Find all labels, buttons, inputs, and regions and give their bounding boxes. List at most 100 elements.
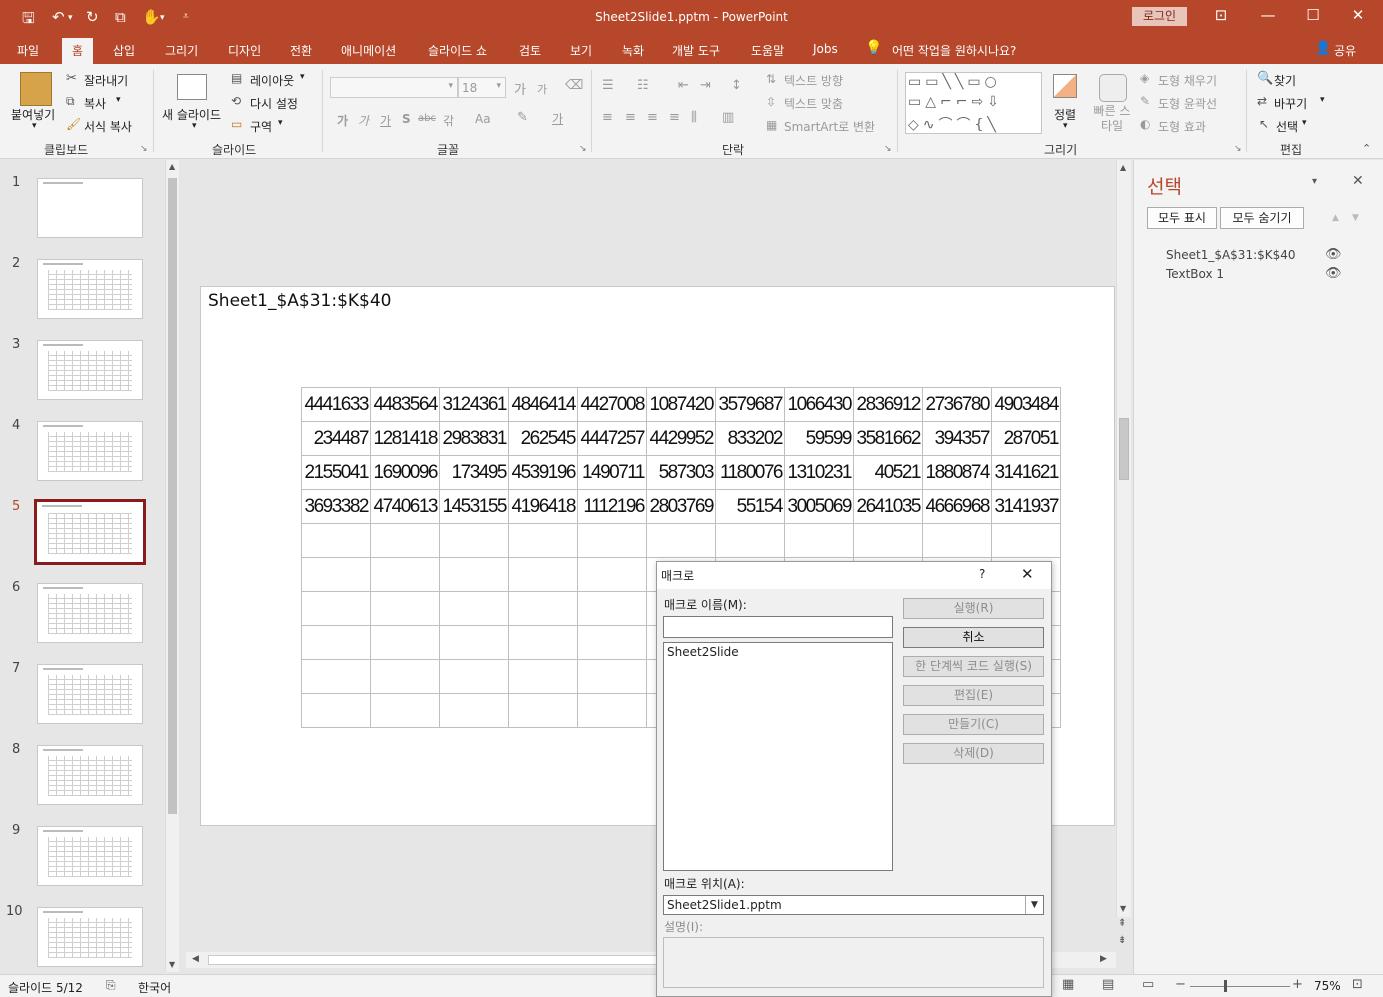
format-painter-button[interactable]: 서식 복사 [84,118,132,135]
tab-jobs[interactable]: Jobs [813,42,838,56]
table-cell[interactable] [508,591,578,626]
next-slide-icon[interactable]: ⇟ [1118,935,1126,946]
shape-outline-button[interactable]: 도형 윤곽선 [1158,95,1217,112]
macro-list-item[interactable]: Sheet2Slide [664,643,892,661]
table-cell[interactable]: 3579687 [715,387,785,422]
select-button[interactable]: 선택 [1276,118,1298,135]
table-cell[interactable] [577,591,647,626]
maximize-icon[interactable]: ☐ [1298,6,1328,24]
slide-thumbnail-4[interactable] [37,421,143,481]
tab-file[interactable]: 파일 [17,42,39,59]
table-cell[interactable]: 1180076 [715,455,785,490]
table-cell[interactable]: 59599 [784,421,854,456]
fit-to-window-icon[interactable]: ⊡ [1352,977,1363,992]
table-cell[interactable] [439,591,509,626]
line-spacing-icon[interactable]: ↕ [731,78,742,93]
table-cell[interactable]: 4539196 [508,455,578,490]
table-cell[interactable] [508,659,578,694]
section-dropdown-icon[interactable]: ▾ [278,118,283,128]
bring-forward-icon[interactable]: ▲ [1332,213,1339,223]
copy-dropdown-icon[interactable]: ▾ [116,95,121,105]
create-button[interactable]: 만들기(C) [903,714,1044,735]
quick-styles-button[interactable]: 빠른 스타일 [1090,104,1134,134]
table-cell[interactable]: 1490711 [577,455,647,490]
shapes-gallery[interactable]: ▭▭╲╲▭○ ▭△⌐⌐⇨⇩ ◇∿⌒⌒{╲ [905,72,1042,134]
table-cell[interactable] [715,523,785,558]
tab-review[interactable]: 검토 [519,42,541,59]
cancel-button[interactable]: 취소 [903,627,1044,648]
font-color-icon[interactable]: 가 [552,110,563,127]
columns-icon[interactable]: ▥ [722,110,734,125]
tell-me-search[interactable]: 어떤 작업을 원하시나요? [892,42,1016,59]
slide-vertical-scrollbar[interactable]: ▲ ▼ [1116,160,1131,917]
distributed-icon[interactable]: ⫼ [691,110,697,125]
table-cell[interactable] [301,523,371,558]
table-cell[interactable]: 1880874 [922,455,992,490]
table-cell[interactable]: 173495 [439,455,509,490]
table-cell[interactable] [370,693,440,728]
copy-button[interactable]: 복사 [84,95,106,112]
send-backward-icon[interactable]: ▼ [1352,213,1359,223]
selection-item[interactable]: Sheet1_$A$31:$K$40 [1166,248,1296,262]
step-into-button[interactable]: 한 단계씩 코드 실행(S) [903,656,1044,677]
table-cell[interactable]: 4666968 [922,489,992,524]
highlight-icon[interactable]: ✎ [517,110,528,125]
table-cell[interactable] [577,523,647,558]
zoom-in-icon[interactable]: + [1292,977,1303,992]
replace-dropdown-icon[interactable]: ▾ [1320,95,1325,105]
show-all-button[interactable]: 모두 표시 [1147,207,1217,229]
align-left-icon[interactable]: ≡ [602,110,613,125]
new-slide-icon[interactable] [177,74,207,100]
table-cell[interactable]: 1087420 [646,387,716,422]
table-cell[interactable] [370,557,440,592]
reset-button[interactable]: 다시 설정 [250,95,298,112]
increase-indent-icon[interactable]: ⇥ [700,78,711,93]
change-case-icon[interactable]: Aa [475,112,491,126]
table-cell[interactable]: 4846414 [508,387,578,422]
table-cell[interactable]: 2736780 [922,387,992,422]
table-cell[interactable]: 234487 [301,421,371,456]
bold-icon[interactable]: 가 [337,112,348,129]
table-cell[interactable]: 2641035 [853,489,923,524]
slide-thumbnail-1[interactable] [37,178,143,238]
table-cell[interactable]: 3005069 [784,489,854,524]
table-cell[interactable] [577,659,647,694]
tab-record[interactable]: 녹화 [622,42,644,59]
table-cell[interactable]: 2836912 [853,387,923,422]
tab-help[interactable]: 도움말 [751,42,784,59]
layout-button[interactable]: 레이아웃 [250,72,294,89]
tab-animations[interactable]: 애니메이션 [341,42,396,59]
table-cell[interactable]: 1453155 [439,489,509,524]
table-cell[interactable] [439,693,509,728]
slide-thumbnail-7[interactable] [37,664,143,724]
table-cell[interactable]: 4429952 [646,421,716,456]
spellcheck-icon[interactable]: ⎘ [106,978,116,993]
table-cell[interactable]: 2983831 [439,421,509,456]
table-cell[interactable] [370,659,440,694]
slide-thumbnail-6[interactable] [37,583,143,643]
arrange-icon[interactable] [1053,74,1077,98]
selection-item[interactable]: TextBox 1 [1166,267,1224,281]
table-cell[interactable] [370,523,440,558]
table-cell[interactable] [991,523,1061,558]
table-cell[interactable] [301,591,371,626]
italic-icon[interactable]: 가 [358,112,369,129]
table-cell[interactable]: 262545 [508,421,578,456]
minimize-icon[interactable]: — [1253,6,1283,24]
eye-icon[interactable]: 👁 [1325,266,1342,281]
select-dropdown-icon[interactable]: ▾ [1302,118,1307,128]
tab-design[interactable]: 디자인 [228,42,261,59]
shape-fill-button[interactable]: 도형 채우기 [1158,72,1217,89]
macro-list[interactable]: Sheet2Slide [663,642,893,871]
strikethrough-icon[interactable]: abc [418,113,436,124]
table-cell[interactable]: 3124361 [439,387,509,422]
horizontal-scroll-thumb[interactable] [208,955,688,965]
new-slide-dropdown-icon[interactable]: ▾ [192,121,197,131]
cut-button[interactable]: 잘라내기 [84,72,128,89]
underline-icon[interactable]: 가 [380,112,391,129]
table-cell[interactable]: 4903484 [991,387,1061,422]
align-text-button[interactable]: 텍스트 맞춤 [784,95,843,112]
previous-slide-icon[interactable]: ⇞ [1118,918,1126,929]
shape-effects-button[interactable]: 도형 효과 [1158,118,1206,135]
char-spacing-icon[interactable]: 갂 [443,112,454,129]
